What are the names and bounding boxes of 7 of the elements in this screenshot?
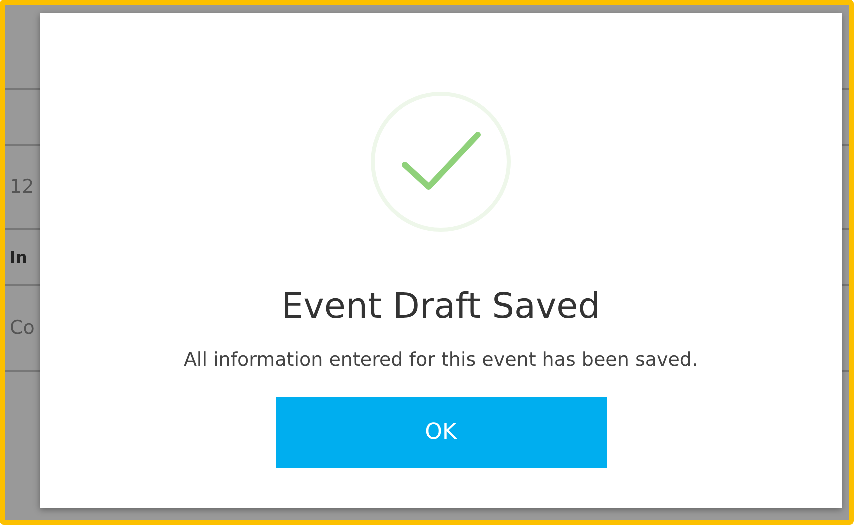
dialog-message: All information entered for this event has been saved.	[184, 349, 698, 371]
checkmark-icon	[370, 91, 512, 233]
background-text: 12	[10, 176, 34, 198]
dialog-title: Event Draft Saved	[282, 287, 600, 327]
ok-button[interactable]: OK	[276, 397, 606, 468]
background-text: In	[10, 248, 28, 266]
background-text: Co	[10, 317, 35, 339]
